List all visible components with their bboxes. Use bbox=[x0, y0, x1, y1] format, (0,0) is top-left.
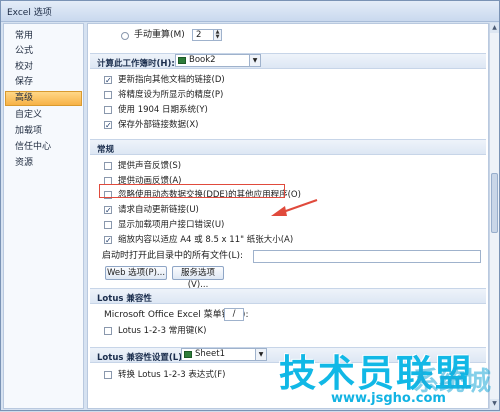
sheet-select-value: Sheet1 bbox=[195, 349, 225, 359]
workbook-select[interactable]: Book2 ▼ bbox=[175, 54, 261, 67]
checkbox-1904-date-system[interactable] bbox=[104, 106, 112, 114]
option-label: 更新指向其他文档的链接(D) bbox=[118, 75, 225, 85]
workbook-icon bbox=[178, 57, 186, 64]
section-lotus-compat-label: Lotus 兼容性 bbox=[97, 294, 152, 304]
sheet-select[interactable]: Sheet1 ▼ bbox=[181, 348, 267, 361]
sidebar-item-resources[interactable]: 资源 bbox=[5, 156, 82, 171]
chevron-down-icon[interactable]: ▼ bbox=[249, 55, 260, 66]
scroll-up-icon[interactable]: ▲ bbox=[490, 23, 499, 33]
option-label: 保存外部链接数据(X) bbox=[118, 120, 199, 130]
section-general-label: 常规 bbox=[97, 145, 115, 155]
service-options-button[interactable]: 服务选项(V)... bbox=[172, 266, 224, 290]
option-save-external-link-values[interactable]: 保存外部链接数据(X) bbox=[88, 119, 478, 132]
checkbox-addin-ui-errors[interactable] bbox=[104, 221, 112, 229]
scroll-down-icon[interactable]: ▼ bbox=[490, 399, 499, 409]
option-label: 显示加载项用户接口错误(U) bbox=[118, 220, 225, 230]
option-precision-as-displayed[interactable]: 将精度设为所显示的精度(P) bbox=[88, 89, 478, 102]
section-workbook-calc-label: 计算此工作簿时(H): bbox=[97, 59, 175, 69]
excel-options-window: Excel 选项 常用 公式 校对 保存 高级 自定义 加载项 信任中心 资源 … bbox=[0, 0, 500, 411]
option-addin-ui-errors[interactable]: 显示加载项用户接口错误(U) bbox=[88, 219, 478, 232]
section-general: 常规 bbox=[90, 139, 486, 155]
sidebar-item-common[interactable]: 常用 bbox=[5, 29, 82, 44]
annotation-arrow-icon bbox=[271, 199, 318, 216]
chevron-down-icon[interactable]: ▼ bbox=[255, 349, 266, 360]
option-scale-a4-letter[interactable]: 缩放内容以适应 A4 或 8.5 x 11" 纸张大小(A) bbox=[88, 234, 478, 247]
option-label: Lotus 1-2-3 常用键(K) bbox=[118, 326, 207, 336]
checkbox-scale-a4-letter[interactable] bbox=[104, 234, 112, 247]
option-sound-feedback[interactable]: 提供声音反馈(S) bbox=[88, 160, 478, 173]
sheet-icon bbox=[184, 351, 192, 358]
checkbox-ask-update-links[interactable] bbox=[104, 204, 112, 217]
title-bar: Excel 选项 bbox=[1, 1, 499, 22]
option-lotus-nav-keys[interactable]: Lotus 1-2-3 常用键(K) bbox=[88, 325, 478, 338]
checkbox-precision-as-displayed[interactable] bbox=[104, 91, 112, 99]
option-label: 将精度设为所显示的精度(P) bbox=[118, 90, 224, 100]
sidebar-item-proofing[interactable]: 校对 bbox=[5, 60, 82, 75]
checkbox-lotus-nav-keys[interactable] bbox=[104, 327, 112, 335]
option-label: 请求自动更新链接(U) bbox=[118, 205, 199, 215]
sidebar-item-customize[interactable]: 自定义 bbox=[5, 108, 82, 123]
option-update-links[interactable]: 更新指向其他文档的链接(D) bbox=[88, 74, 478, 87]
spinner-arrows-icon[interactable]: ▲ ▼ bbox=[213, 30, 221, 40]
option-1904-date-system[interactable]: 使用 1904 日期系统(Y) bbox=[88, 104, 478, 117]
option-label: 提供声音反馈(S) bbox=[118, 161, 182, 171]
section-workbook-calc: 计算此工作簿时(H): bbox=[90, 53, 486, 69]
option-label: 转换 Lotus 1-2-3 表达式(F) bbox=[118, 370, 226, 380]
annotation-highlight-box bbox=[99, 184, 285, 198]
vertical-scrollbar[interactable]: ▲ ▼ bbox=[489, 23, 499, 409]
section-lotus-compat: Lotus 兼容性 bbox=[90, 288, 486, 304]
menu-key-input[interactable]: / bbox=[224, 308, 244, 321]
web-options-button[interactable]: Web 选项(P)... bbox=[105, 266, 167, 280]
startup-folder-label: 启动时打开此目录中的所有文件(L): bbox=[102, 251, 244, 261]
sidebar: 常用 公式 校对 保存 高级 自定义 加载项 信任中心 资源 bbox=[3, 23, 84, 409]
manual-recalc-label: 手动重算(M) bbox=[134, 30, 185, 40]
scroll-thumb[interactable] bbox=[491, 173, 498, 233]
checkbox-update-links[interactable] bbox=[104, 74, 112, 87]
checkbox-lotus-formulas[interactable] bbox=[104, 371, 112, 379]
checkbox-sound-feedback[interactable] bbox=[104, 162, 112, 170]
window-title: Excel 选项 bbox=[7, 8, 52, 18]
sidebar-item-formulas[interactable]: 公式 bbox=[5, 44, 82, 59]
option-lotus-formulas[interactable]: 转换 Lotus 1-2-3 表达式(F) bbox=[88, 369, 478, 382]
checkbox-save-external-link-values[interactable] bbox=[104, 119, 112, 132]
sidebar-item-advanced[interactable]: 高级 bbox=[5, 91, 82, 106]
sidebar-item-addins[interactable]: 加载项 bbox=[5, 124, 82, 139]
sidebar-item-trust-center[interactable]: 信任中心 bbox=[5, 140, 82, 155]
option-label: 缩放内容以适应 A4 或 8.5 x 11" 纸张大小(A) bbox=[118, 235, 294, 245]
section-lotus-settings: Lotus 兼容性设置(L): bbox=[90, 347, 486, 363]
workbook-select-value: Book2 bbox=[189, 55, 216, 65]
manual-recalc-radio[interactable] bbox=[121, 32, 129, 40]
section-lotus-settings-label: Lotus 兼容性设置(L): bbox=[97, 353, 186, 363]
option-label: 使用 1904 日期系统(Y) bbox=[118, 105, 208, 115]
manual-recalc-value: 2 bbox=[196, 30, 202, 40]
manual-recalc-spinner[interactable]: 2 ▲ ▼ bbox=[192, 29, 222, 41]
startup-folder-input[interactable] bbox=[253, 250, 481, 263]
sidebar-item-save[interactable]: 保存 bbox=[5, 75, 82, 90]
